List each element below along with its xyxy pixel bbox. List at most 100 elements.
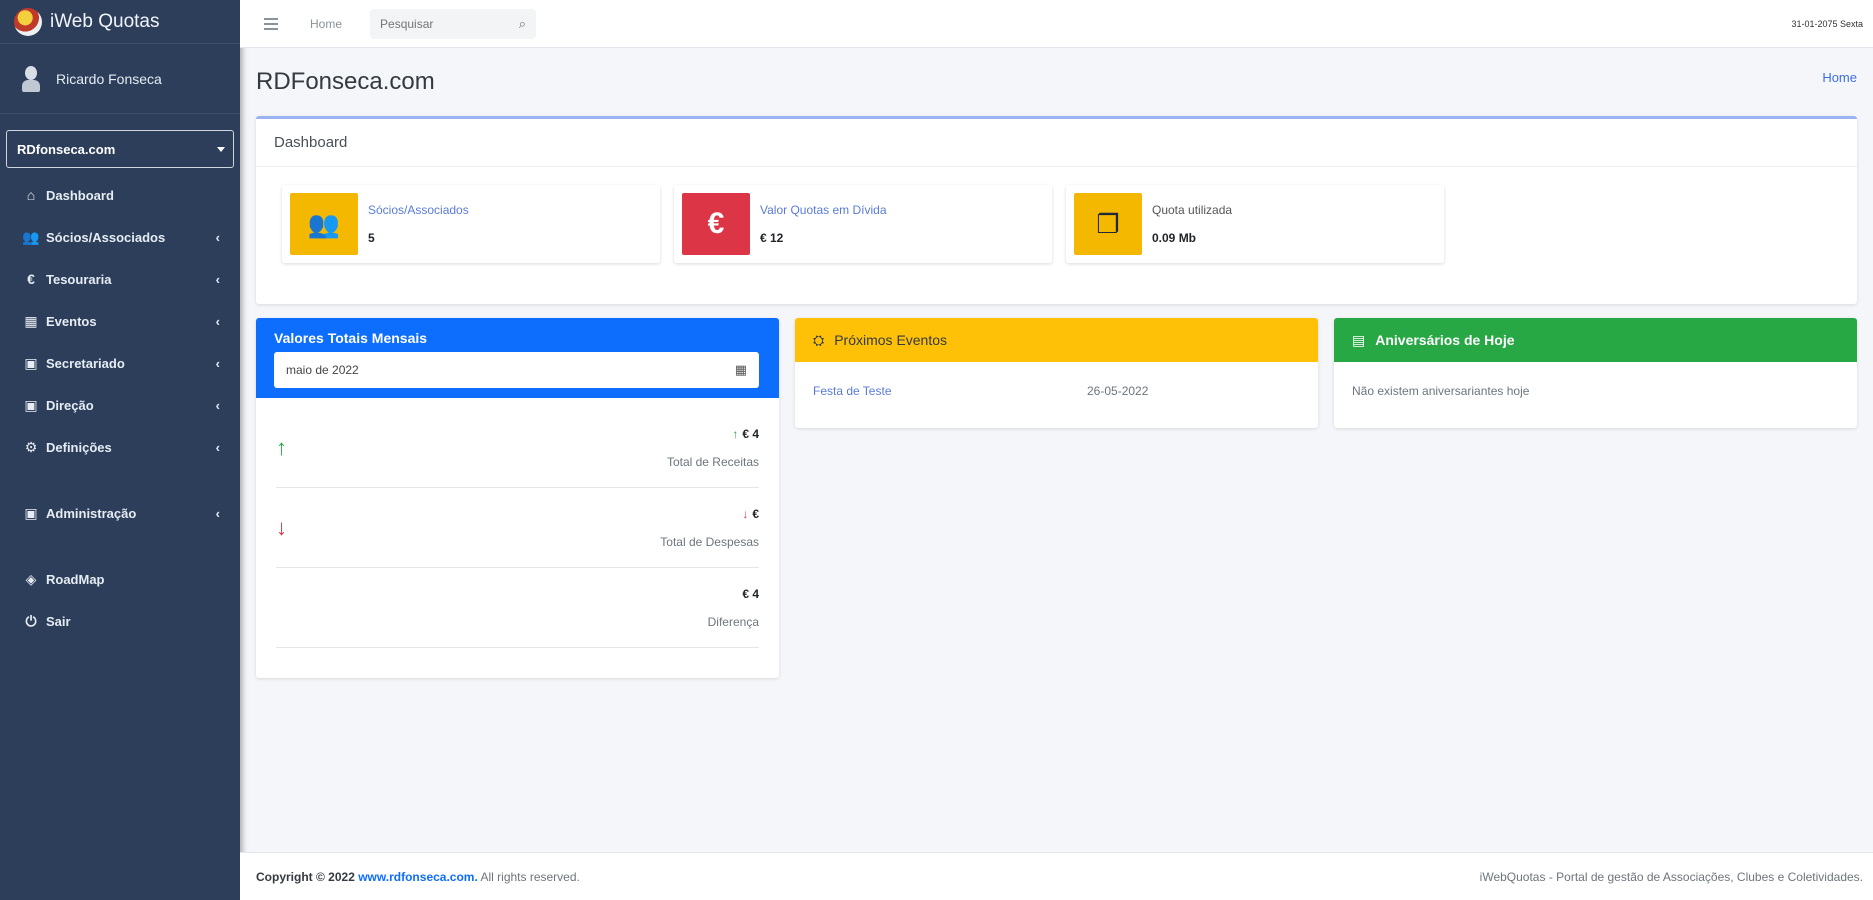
sidebar-item-label: Eventos — [46, 313, 97, 329]
sidebar-item-sair[interactable]: ⏻ Sair — [0, 600, 240, 642]
user-panel[interactable]: Ricardo Fonseca — [0, 44, 240, 114]
search-icon[interactable]: ⌕ — [519, 16, 526, 32]
sidebar-item-roadmap[interactable]: ◈ RoadMap — [0, 558, 240, 600]
stat-label: Total de Receitas — [666, 454, 759, 469]
caret-down-icon: ↓ — [742, 506, 749, 521]
sidebar-item-eventos[interactable]: ▦ Eventos ‹ — [0, 300, 240, 342]
stat-value: € 4 — [742, 586, 759, 601]
sidebar-item-tesouraria[interactable]: € Tesouraria ‹ — [0, 258, 240, 300]
sidebar-item-socios[interactable]: 👥 Sócios/Associados ‹ — [0, 216, 240, 258]
power-icon: ⏻ — [25, 612, 37, 629]
chevron-left-icon: ‹ — [215, 397, 220, 413]
calendar-icon[interactable]: ▦ — [735, 362, 747, 378]
birthdays-card: ▤ Aniversários de Hoje Não existem anive… — [1334, 318, 1857, 428]
calendar-icon: ▦ — [24, 312, 38, 329]
stat-row-receitas: ↑ ↑ € 4 Total de Receitas — [276, 408, 759, 488]
current-date: 31-01-2075 Sexta — [1791, 18, 1863, 29]
info-box-value: € 12 — [760, 231, 784, 245]
home-icon: ⌂ — [26, 187, 36, 203]
briefcase-icon: ▣ — [24, 396, 38, 413]
top-home-link[interactable]: Home — [310, 17, 342, 31]
copy-icon: ❐ — [1074, 193, 1142, 255]
stat-row-despesas: ↓ ↓ € Total de Despesas — [276, 488, 759, 568]
upcoming-events-title: Próximos Eventos — [834, 332, 948, 348]
main-content: RDFonseca.com Home Dashboard 👥 Sócios/As… — [240, 48, 1873, 852]
sidebar-item-direcao[interactable]: ▣ Direção ‹ — [0, 384, 240, 426]
euro-icon: € — [27, 271, 35, 287]
users-icon: 👥 — [22, 228, 40, 245]
sidebar-item-dashboard[interactable]: ⌂ Dashboard — [0, 174, 240, 216]
chevron-left-icon: ‹ — [215, 271, 220, 287]
stat-value: ↓ € — [742, 506, 759, 521]
month-picker[interactable]: maio de 2022 ▦ — [274, 352, 759, 388]
chevron-left-icon: ‹ — [215, 505, 220, 521]
sidebar-item-administracao[interactable]: ▣ Administração ‹ — [0, 492, 240, 534]
birthdays-empty-text: Não existem aniversariantes hoje — [1352, 384, 1530, 398]
arrow-down-icon: ↓ — [276, 514, 287, 540]
info-box-value: 0.09 Mb — [1152, 231, 1197, 245]
monthly-totals-card: Valores Totais Mensais maio de 2022 ▦ ↑ … — [256, 318, 779, 678]
euro-icon: € — [682, 193, 750, 255]
info-box-label[interactable]: Valor Quotas em Dívida — [760, 203, 887, 217]
info-box-label[interactable]: Sócios/Associados — [368, 203, 469, 217]
birthdays-header: ▤ Aniversários de Hoje — [1334, 318, 1857, 362]
sidebar: iWeb Quotas Ricardo Fonseca RDfonseca.co… — [0, 0, 240, 900]
caret-up-icon: ↑ — [732, 426, 739, 441]
month-picker-value: maio de 2022 — [286, 363, 359, 377]
upcoming-events-card: ⛭ Próximos Eventos Festa de Teste 26-05-… — [795, 318, 1318, 428]
dashboard-title: Dashboard — [256, 119, 1857, 167]
stat-list: ↑ ↑ € 4 Total de Receitas ↓ ↓ € Total de D… — [256, 398, 779, 648]
organization-select[interactable]: RDfonseca.com — [6, 130, 234, 168]
users-icon: 👥 — [290, 193, 358, 255]
roadmap-icon: ◈ — [25, 570, 37, 587]
info-box-divida[interactable]: € Valor Quotas em Dívida € 12 — [674, 185, 1052, 263]
search-input[interactable] — [380, 16, 501, 31]
chevron-left-icon: ‹ — [215, 355, 220, 371]
sidebar-item-secretariado[interactable]: ▣ Secretariado ‹ — [0, 342, 240, 384]
monthly-totals-header: Valores Totais Mensais maio de 2022 ▦ — [256, 318, 779, 398]
info-box-quota: ❐ Quota utilizada 0.09 Mb — [1066, 185, 1444, 263]
chevron-left-icon: ‹ — [215, 313, 220, 329]
panels-row: Valores Totais Mensais maio de 2022 ▦ ↑ … — [256, 318, 1857, 678]
sidebar-item-label: Secretariado — [46, 355, 125, 371]
arrow-up-icon: ↑ — [276, 434, 287, 460]
organization-select-value: RDfonseca.com — [17, 141, 116, 157]
event-link[interactable]: Festa de Teste — [813, 384, 1087, 398]
nav-spacer — [0, 534, 240, 558]
brand[interactable]: iWeb Quotas — [0, 0, 240, 44]
toolbox-icon: ▣ — [24, 504, 38, 521]
sidebar-item-label: Sair — [46, 613, 71, 629]
footer-link[interactable]: www.rdfonseca.com. — [358, 870, 478, 884]
sidebar-item-label: Direção — [46, 397, 94, 413]
info-box-row: 👥 Sócios/Associados 5 € Valor Quotas em … — [256, 167, 1857, 263]
info-box-socios[interactable]: 👥 Sócios/Associados 5 — [282, 185, 660, 263]
binoculars-icon: ⛭ — [813, 331, 825, 348]
sidebar-item-label: Dashboard — [46, 187, 114, 203]
breadcrumb-home[interactable]: Home — [1822, 70, 1857, 85]
event-date: 26-05-2022 — [1087, 384, 1149, 398]
birthdays-title: Aniversários de Hoje — [1375, 332, 1515, 348]
monthly-totals-title: Valores Totais Mensais — [274, 330, 428, 346]
topbar: Home ⌕ 31-01-2075 Sexta — [240, 0, 1873, 48]
sidebar-item-definicoes[interactable]: ⚙ Definições ‹ — [0, 426, 240, 468]
stat-row-diferenca: € 4 Diferença — [276, 568, 759, 648]
copyright-text: Copyright © 2022 — [256, 869, 355, 884]
sidebar-nav: ⌂ Dashboard 👥 Sócios/Associados ‹ € Teso… — [0, 174, 240, 642]
gears-icon: ⚙ — [24, 438, 38, 455]
list-item: Festa de Teste 26-05-2022 — [795, 362, 1318, 420]
search-box: ⌕ — [370, 8, 537, 39]
sidebar-item-label: Tesouraria — [46, 271, 112, 287]
sidebar-item-label: Definições — [46, 439, 112, 455]
footer: Copyright © 2022 www.rdfonseca.com. All … — [240, 852, 1873, 900]
brand-logo-icon — [14, 7, 42, 36]
rights-text: All rights reserved. — [480, 869, 580, 884]
stat-label: Total de Despesas — [660, 534, 759, 549]
page-header: RDFonseca.com Home — [256, 48, 1857, 116]
sidebar-item-label: Administração — [46, 505, 137, 521]
birthdays-empty: Não existem aniversariantes hoje — [1334, 362, 1857, 420]
sidebar-item-label: Sócios/Associados — [46, 229, 166, 245]
info-box-label: Quota utilizada — [1152, 203, 1233, 217]
chevron-left-icon: ‹ — [215, 439, 220, 455]
sidebar-item-label: RoadMap — [46, 571, 105, 587]
menu-toggle-icon[interactable] — [264, 17, 278, 30]
